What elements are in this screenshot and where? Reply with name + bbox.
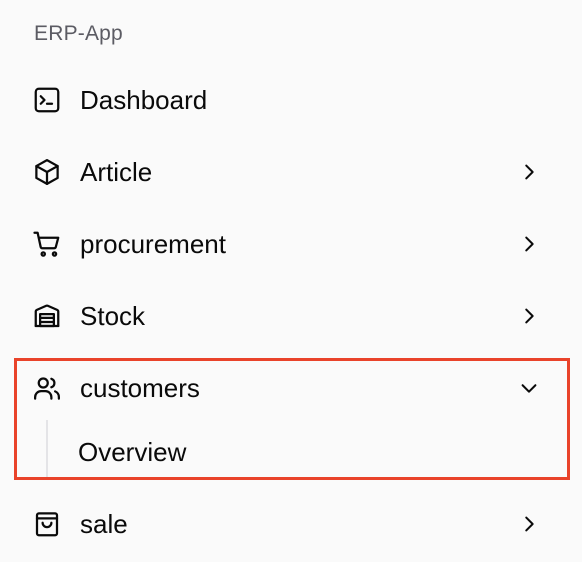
chevron-right-icon[interactable]: [518, 233, 540, 255]
submenu-guide-line: [46, 420, 48, 478]
package-icon: [32, 157, 62, 187]
sidebar-item-label: Dashboard: [80, 84, 208, 115]
sidebar-item-customers[interactable]: customers: [18, 362, 564, 414]
sidebar-item-label: Stock: [80, 300, 146, 331]
sidebar-item-dashboard[interactable]: Dashboard: [18, 74, 564, 126]
sidebar-group-label: ERP-App: [34, 22, 123, 45]
sidebar: ERP-App Dashboard Article procurement St…: [0, 0, 582, 562]
users-icon: [32, 373, 62, 403]
sidebar-item-stock[interactable]: Stock: [18, 290, 564, 342]
shopping-bag-icon: [32, 509, 62, 539]
chevron-right-icon[interactable]: [518, 513, 540, 535]
warehouse-icon: [32, 301, 62, 331]
sidebar-subitem-label: Overview: [78, 436, 187, 467]
sidebar-item-label: Article: [80, 156, 153, 187]
sidebar-item-article[interactable]: Article: [18, 146, 564, 198]
chevron-right-icon[interactable]: [518, 305, 540, 327]
chevron-right-icon[interactable]: [518, 161, 540, 183]
sidebar-subitem-overview[interactable]: Overview: [62, 428, 542, 476]
sidebar-item-label: sale: [80, 508, 128, 539]
sidebar-item-sale[interactable]: sale: [18, 498, 564, 550]
sidebar-item-procurement[interactable]: procurement: [18, 218, 564, 270]
shopping-cart-icon: [32, 229, 62, 259]
terminal-square-icon: [32, 85, 62, 115]
sidebar-item-label: customers: [80, 372, 200, 403]
chevron-down-icon[interactable]: [518, 377, 540, 399]
sidebar-item-label: procurement: [80, 228, 226, 259]
